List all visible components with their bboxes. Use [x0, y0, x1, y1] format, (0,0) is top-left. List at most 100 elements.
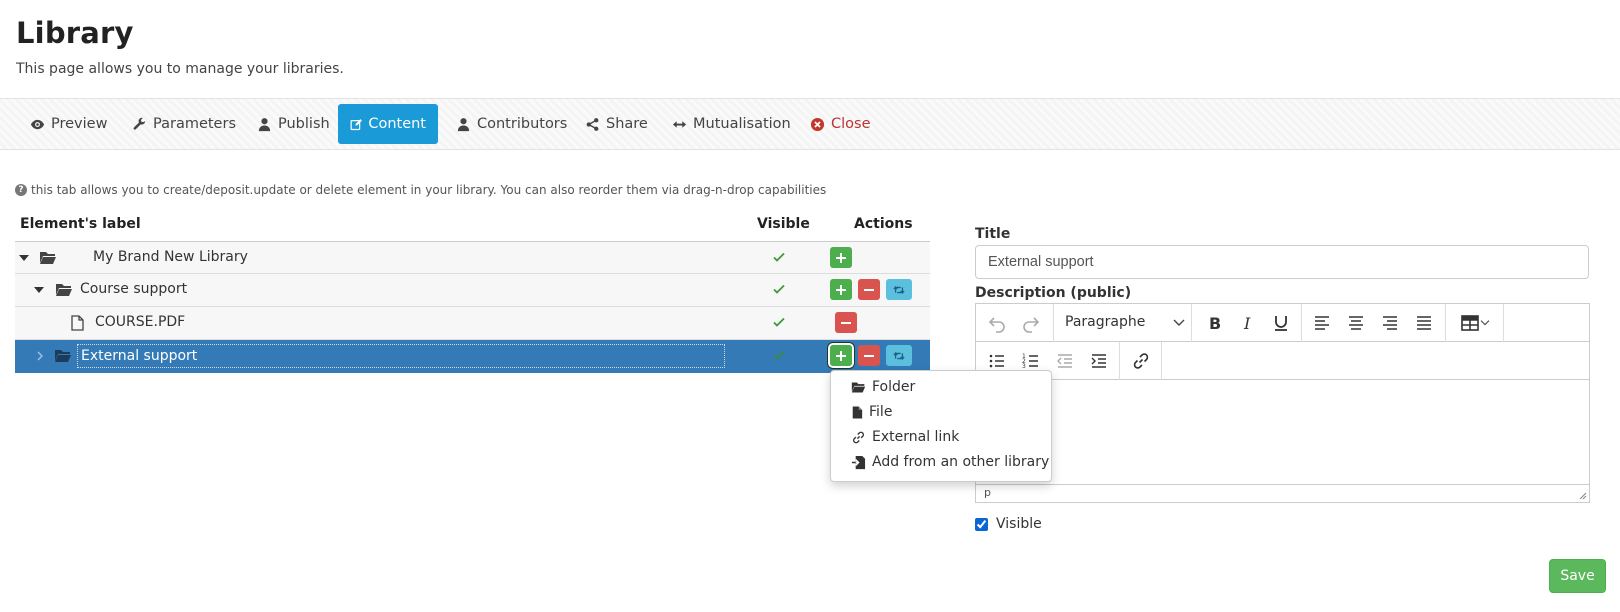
tree-item-rename-input[interactable] [77, 344, 725, 368]
folder-open-icon [55, 350, 71, 362]
delete-button[interactable] [858, 345, 880, 366]
tab-contributors[interactable]: Contributors [444, 104, 579, 144]
rich-text-editor[interactable]: Paragraphe B I 1 2 3 p [975, 303, 1590, 503]
tab-label: Publish [278, 116, 330, 132]
menu-item-add-from-other-library[interactable]: Add from an other library [851, 454, 1049, 470]
tab-share[interactable]: Share [573, 104, 660, 144]
svg-text:B: B [1209, 314, 1221, 333]
page-subtitle: This page allows you to manage your libr… [16, 61, 344, 77]
plus-icon [836, 252, 846, 263]
align-left-icon [1315, 316, 1329, 330]
add-child-button[interactable] [830, 279, 852, 300]
italic-button[interactable]: I [1235, 311, 1261, 335]
menu-item-label: External link [872, 429, 960, 445]
redo-button[interactable] [1018, 311, 1044, 335]
arrows-horizontal-icon [672, 120, 687, 128]
chevron-right-icon[interactable] [34, 350, 46, 362]
editor-toolbar-row-1: Paragraphe B I [976, 304, 1589, 342]
eye-icon [30, 119, 45, 129]
status-path-text: p [984, 486, 991, 499]
align-justify-button[interactable] [1411, 311, 1437, 335]
tree-item-label[interactable]: My Brand New Library [93, 249, 248, 265]
tab-bar: Preview Parameters Publish Content Contr… [0, 98, 1620, 150]
align-left-button[interactable] [1309, 311, 1335, 335]
undo-icon [988, 317, 1005, 333]
outdent-button[interactable] [1052, 349, 1078, 373]
title-input[interactable] [975, 245, 1589, 279]
table-button[interactable] [1455, 311, 1495, 335]
menu-item-label: File [869, 404, 893, 420]
tab-label: Content [368, 116, 426, 132]
minus-icon [841, 321, 851, 324]
folder-open-icon [851, 382, 866, 392]
tab-label: Close [831, 116, 871, 132]
align-center-icon [1349, 316, 1363, 330]
menu-item-file[interactable]: File [851, 404, 892, 420]
tab-preview[interactable]: Preview [18, 104, 119, 144]
save-button[interactable]: Save [1549, 559, 1606, 593]
tab-content[interactable]: Content [338, 104, 438, 144]
undo-button[interactable] [984, 311, 1010, 335]
retweet-icon [893, 351, 905, 360]
tab-label: Share [606, 116, 648, 132]
tree-row-selected[interactable] [15, 340, 930, 373]
question-circle-icon: ? [15, 184, 27, 196]
plus-icon [836, 350, 846, 361]
add-element-menu: Folder File External link Add from an ot… [830, 370, 1052, 482]
insert-link-button[interactable] [1128, 349, 1154, 373]
file-icon [71, 315, 84, 331]
delete-button[interactable] [858, 279, 880, 300]
redo-icon [1023, 317, 1040, 333]
italic-icon: I [1243, 314, 1251, 333]
bold-button[interactable]: B [1202, 311, 1228, 335]
add-child-button[interactable] [828, 343, 854, 368]
tab-label: Parameters [153, 116, 236, 132]
underline-icon [1275, 316, 1287, 331]
block-format-select[interactable]: Paragraphe [1065, 314, 1145, 330]
caret-down-icon[interactable] [18, 252, 30, 264]
delete-button[interactable] [835, 312, 857, 333]
check-icon [773, 317, 785, 327]
move-button[interactable] [886, 279, 912, 300]
folder-open-icon [40, 252, 56, 264]
menu-item-label: Add from an other library [872, 454, 1050, 470]
tree-item-label[interactable]: Course support [80, 281, 187, 297]
tab-label: Contributors [477, 116, 568, 132]
tree-item-label[interactable]: COURSE.PDF [95, 314, 185, 330]
move-button[interactable] [886, 345, 912, 366]
minus-icon [864, 288, 874, 291]
visible-label: Visible [996, 516, 1042, 532]
tab-close[interactable]: Close [798, 104, 883, 144]
retweet-icon [893, 285, 905, 294]
table-icon [1461, 315, 1479, 331]
caret-down-icon[interactable] [33, 284, 45, 296]
add-child-button[interactable] [830, 247, 852, 268]
underline-button[interactable] [1268, 311, 1294, 335]
tab-label: Preview [51, 116, 108, 132]
numbered-list-icon: 123 [1022, 353, 1038, 370]
indent-button[interactable] [1086, 349, 1112, 373]
tab-publish[interactable]: Publish [245, 104, 342, 144]
user-icon [457, 117, 470, 131]
block-format-value: Paragraphe [1065, 314, 1146, 330]
svg-text:3: 3 [1022, 363, 1026, 370]
align-center-button[interactable] [1343, 311, 1369, 335]
visible-checkbox[interactable] [975, 517, 988, 531]
bullet-list-icon [989, 354, 1004, 368]
column-header-visible: Visible [757, 216, 810, 232]
tab-parameters[interactable]: Parameters [120, 104, 248, 144]
resize-handle-icon[interactable] [1577, 490, 1587, 500]
menu-item-external-link[interactable]: External link [851, 429, 959, 445]
tree-row[interactable]: Course support [15, 274, 930, 307]
editor-status-path: p [976, 484, 1589, 502]
editor-toolbar-row-2: 123 [976, 342, 1589, 380]
bold-icon: B [1209, 314, 1221, 333]
tree-row[interactable]: COURSE.PDF [15, 307, 930, 340]
visible-checkbox-group[interactable]: Visible [975, 516, 1042, 532]
help-hint: ? this tab allows you to create/deposit.… [15, 183, 826, 197]
hint-text: this tab allows you to create/deposit.up… [31, 183, 827, 197]
tab-mutualisation[interactable]: Mutualisation [660, 104, 803, 144]
tree-row[interactable]: My Brand New Library [15, 241, 930, 274]
menu-item-folder[interactable]: Folder [851, 379, 915, 395]
align-right-button[interactable] [1377, 311, 1403, 335]
